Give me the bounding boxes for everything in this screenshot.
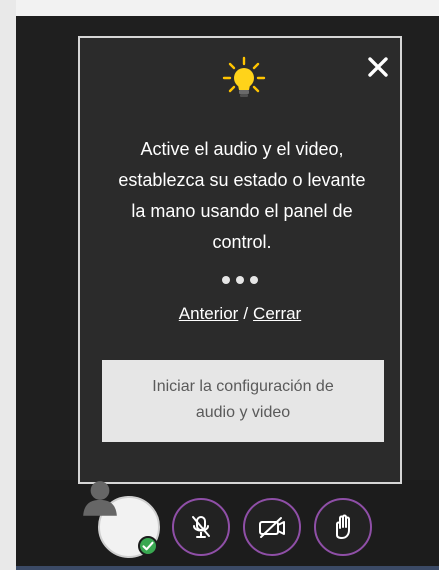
step-dot xyxy=(250,276,258,284)
previous-link[interactable]: Anterior xyxy=(179,304,239,323)
navigation-links: Anterior / Cerrar xyxy=(80,304,400,324)
step-dot xyxy=(222,276,230,284)
close-icon[interactable] xyxy=(363,52,393,82)
microphone-button[interactable] xyxy=(172,498,230,556)
step-indicator xyxy=(80,276,400,288)
left-edge xyxy=(0,0,16,570)
lightbulb-icon xyxy=(221,56,267,102)
camera-off-icon xyxy=(259,517,285,538)
raise-hand-icon xyxy=(336,514,350,539)
step-dot xyxy=(236,276,244,284)
tooltip-message: Active el audio y el video, establezca s… xyxy=(118,139,366,252)
user-avatar-button[interactable] xyxy=(83,481,160,558)
link-separator: / xyxy=(243,304,249,323)
checkmark-icon xyxy=(138,536,158,556)
bottom-line xyxy=(16,566,439,570)
audio-video-setup-button[interactable]: Iniciar la configuración de audio y vide… xyxy=(102,360,384,442)
close-link[interactable]: Cerrar xyxy=(253,304,301,323)
tutorial-tooltip: Active el audio y el video, establezca s… xyxy=(78,36,402,484)
top-edge xyxy=(16,0,439,16)
microphone-muted-icon xyxy=(192,516,210,538)
raise-hand-button[interactable] xyxy=(314,498,372,556)
camera-button[interactable] xyxy=(243,498,301,556)
user-avatar-icon xyxy=(83,481,117,516)
